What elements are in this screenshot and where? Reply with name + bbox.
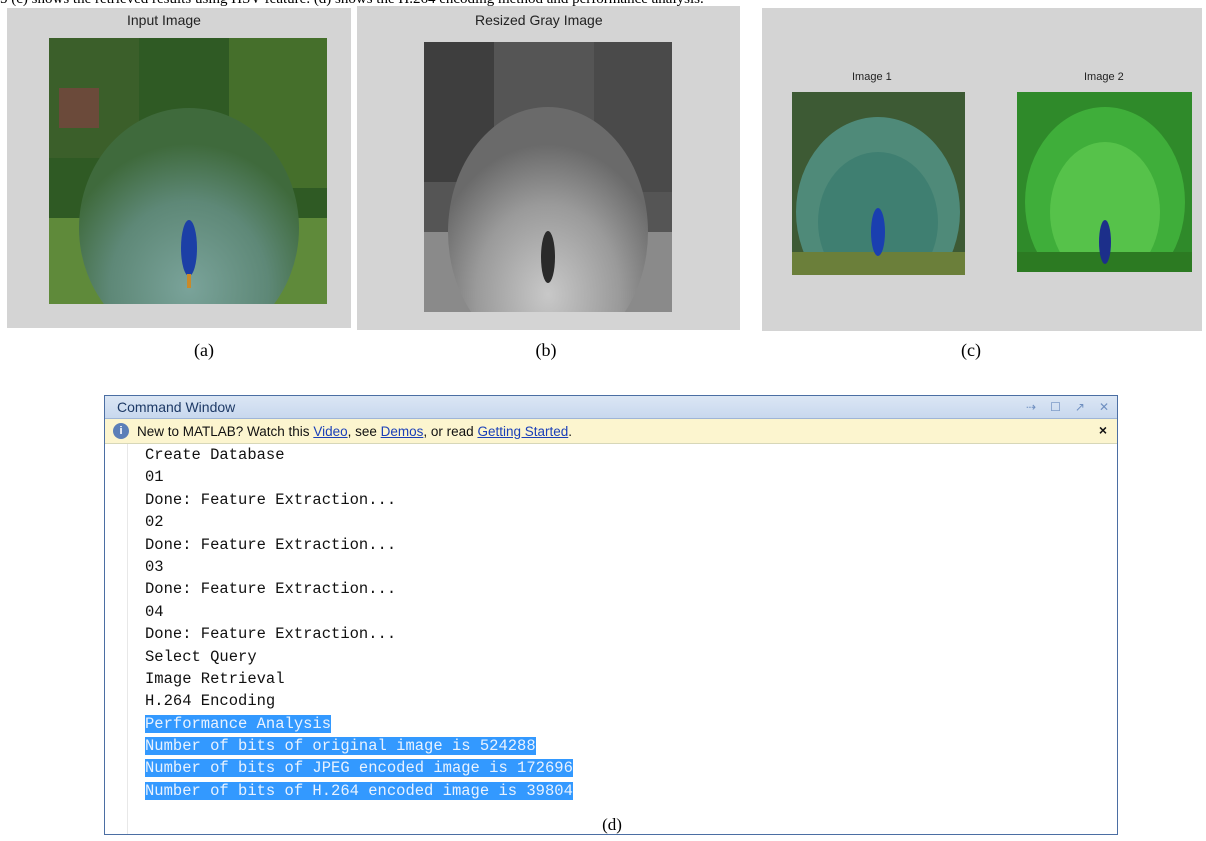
info-close-button[interactable]: × xyxy=(1099,422,1107,438)
output-line: 04 xyxy=(145,602,164,621)
close-icon[interactable]: ✕ xyxy=(1099,396,1109,418)
selected-output-line: Number of bits of H.264 encoded image is… xyxy=(145,780,1117,802)
retrieved-image-2 xyxy=(1017,92,1192,272)
info-bar: i New to MATLAB? Watch this Video , see … xyxy=(105,419,1117,444)
panel-title-image-2: Image 2 xyxy=(1084,71,1124,83)
selected-output-line: Number of bits of JPEG encoded image is … xyxy=(145,757,1117,779)
selected-text: Number of bits of original image is 5242… xyxy=(145,737,536,756)
output-line: Done: Feature Extraction... xyxy=(145,625,397,644)
info-sep-2: , or read xyxy=(423,423,478,439)
panel-title-image-1: Image 1 xyxy=(852,71,892,83)
info-sep-1: , see xyxy=(347,423,381,439)
selected-text: Number of bits of H.264 encoded image is… xyxy=(145,781,573,800)
peacock-color-photo xyxy=(49,38,327,304)
demos-link[interactable]: Demos xyxy=(381,424,424,439)
gutter xyxy=(105,444,128,834)
panel-resized-gray-image: Resized Gray Image xyxy=(357,6,740,330)
caption-d: (d) xyxy=(602,815,622,834)
command-window-title: Command Window xyxy=(117,399,236,415)
output-line: Done: Feature Extraction... xyxy=(145,535,397,554)
panel-title-input-image: Input Image xyxy=(127,12,201,28)
command-window: Command Window ⇢ ☐ ↗ ✕ i New to MATLAB? … xyxy=(104,395,1118,835)
info-icon: i xyxy=(113,423,129,439)
window-controls: ⇢ ☐ ↗ ✕ xyxy=(1026,396,1109,418)
info-suffix: . xyxy=(568,423,573,439)
selected-output-line: Performance Analysis xyxy=(145,713,1117,735)
info-prefix: New to MATLAB? Watch this xyxy=(137,423,314,439)
undock-icon[interactable]: ↗ xyxy=(1075,396,1085,418)
selected-output-line: Number of bits of original image is 5242… xyxy=(145,735,1117,757)
output-line: Done: Feature Extraction... xyxy=(145,490,397,509)
selected-text: Number of bits of JPEG encoded image is … xyxy=(145,759,573,778)
command-output[interactable]: Create Database 01 Done: Feature Extract… xyxy=(105,444,1117,834)
retrieved-image-1 xyxy=(792,92,965,275)
output-line: Done: Feature Extraction... xyxy=(145,580,397,599)
caption-a: (a) xyxy=(194,340,214,360)
output-line: 03 xyxy=(145,557,164,576)
caption-c: (c) xyxy=(961,340,981,360)
getting-started-link[interactable]: Getting Started xyxy=(477,424,568,439)
selected-text: Performance Analysis xyxy=(145,714,332,733)
actions-icon[interactable]: ⇢ xyxy=(1026,396,1036,418)
command-window-titlebar: Command Window ⇢ ☐ ↗ ✕ xyxy=(105,396,1117,419)
output-line: 02 xyxy=(145,513,164,532)
panel-title-resized-gray-image: Resized Gray Image xyxy=(475,12,603,28)
output-line: Image Retrieval xyxy=(145,669,285,688)
output-line: Create Database xyxy=(145,446,285,464)
panel-input-image: Input Image xyxy=(7,8,351,328)
maximize-icon[interactable]: ☐ xyxy=(1050,396,1061,418)
panel-retrieved-images: Image 1 Image 2 xyxy=(762,8,1202,331)
video-link[interactable]: Video xyxy=(313,424,347,439)
caption-b: (b) xyxy=(535,340,557,360)
output-line: Select Query xyxy=(145,647,257,666)
output-line: 01 xyxy=(145,468,164,487)
peacock-gray-photo xyxy=(424,42,672,312)
output-line: H.264 Encoding xyxy=(145,692,276,711)
